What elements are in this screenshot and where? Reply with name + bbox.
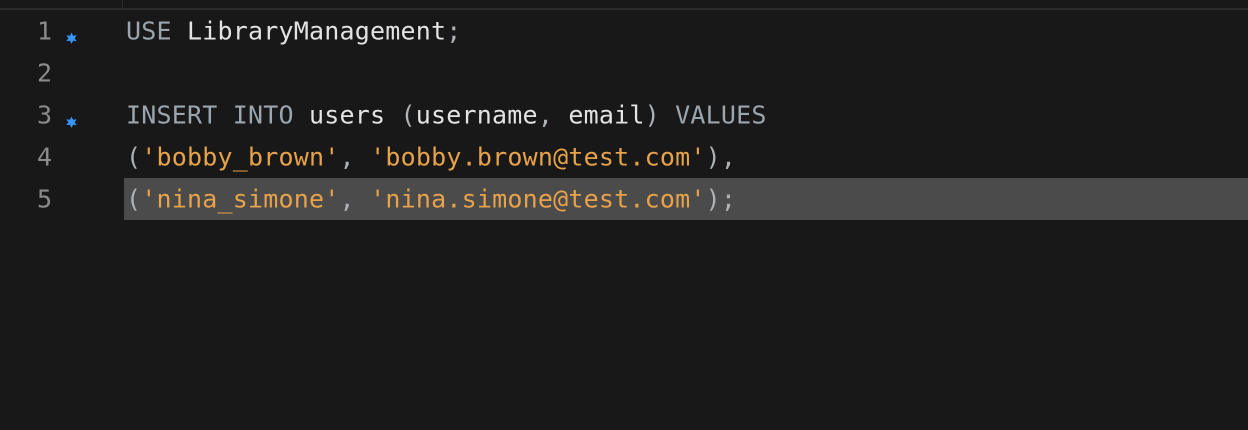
code-content: USE LibraryManagement; [126, 17, 462, 46]
run-query-icon[interactable] [64, 24, 79, 44]
punctuation-token: ); [705, 184, 737, 214]
code-content: ('nina_simone', 'nina.simone@test.com'); [126, 185, 736, 214]
code-content: ('bobby_brown', 'bobby.brown@test.com'), [126, 143, 736, 172]
run-query-icon[interactable] [64, 108, 79, 128]
identifier-token: email [568, 100, 645, 130]
code-content: INSERT INTO users (username, email) VALU… [126, 101, 767, 130]
punctuation-token: ) [644, 100, 676, 130]
line-number: 1 [36, 16, 52, 46]
punctuation-token: ( [126, 184, 142, 214]
punctuation-token: ; [446, 16, 462, 46]
code-line-2[interactable]: 2 [0, 52, 1248, 94]
punctuation-token: ), [705, 142, 737, 172]
keyword-token: VALUES [675, 100, 767, 130]
code-line-5[interactable]: 5 ('nina_simone', 'nina.simone@test.com'… [0, 178, 1248, 220]
string-literal: 'bobby_brown' [141, 142, 340, 172]
punctuation-token: , [537, 100, 569, 130]
string-literal: 'bobby.brown@test.com' [370, 142, 706, 172]
line-number: 3 [36, 100, 52, 130]
punctuation-token: , [339, 142, 371, 172]
string-literal: 'nina_simone' [141, 184, 340, 214]
line-number: 2 [36, 58, 52, 88]
keyword-token: INSERT INTO [126, 100, 294, 130]
string-literal: 'nina.simone@test.com' [370, 184, 706, 214]
sql-editor[interactable]: 1 USE LibraryManagement; 2 3 INSERT INTO… [0, 0, 1248, 430]
editor-top-border [0, 0, 1248, 10]
code-line-4[interactable]: 4 ('bobby_brown', 'bobby.brown@test.com'… [0, 136, 1248, 178]
line-number: 4 [36, 142, 52, 172]
punctuation-token: ( [400, 100, 416, 130]
code-line-3[interactable]: 3 INSERT INTO users (username, email) VA… [0, 94, 1248, 136]
line-number: 5 [36, 184, 52, 214]
identifier-token: users [293, 100, 401, 130]
punctuation-token: ( [126, 142, 142, 172]
punctuation-token: , [339, 184, 371, 214]
identifier-token: LibraryManagement [171, 16, 447, 46]
code-line-1[interactable]: 1 USE LibraryManagement; [0, 10, 1248, 52]
keyword-token: USE [126, 16, 172, 46]
identifier-token: username [415, 100, 538, 130]
gutter-divider-tick [122, 0, 123, 9]
